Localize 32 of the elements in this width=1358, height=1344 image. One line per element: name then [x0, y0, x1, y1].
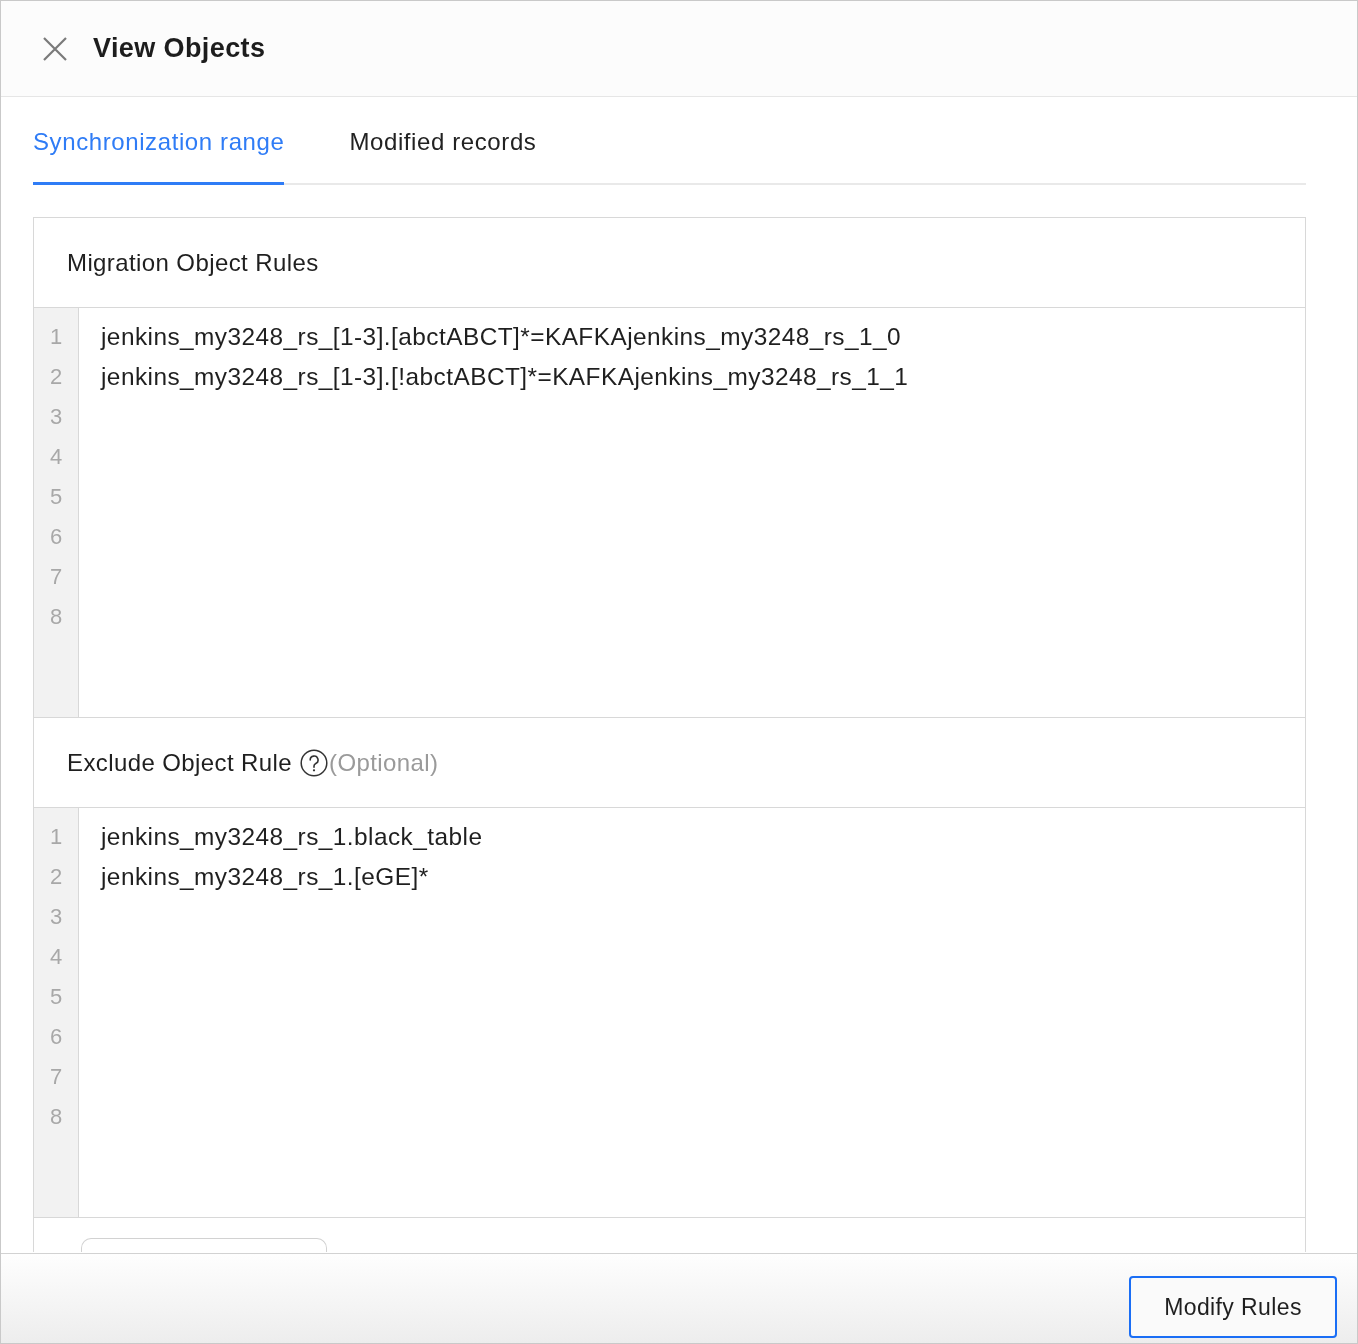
line-number: 7	[49, 1064, 63, 1090]
code-editor[interactable]: 1 2 3 4 5 6 7 8 jenkins_my3248_rs_1.black_table jenkins_my3248_rs_1.[eGE]*	[34, 808, 1305, 1218]
line-number: 2	[49, 364, 63, 390]
line-number: 5	[49, 484, 63, 510]
line-number: 2	[49, 864, 63, 890]
line-number: 6	[49, 1024, 63, 1050]
tab[interactable]: Modified records	[349, 97, 537, 185]
section-title: Exclude Object Rule	[67, 748, 293, 777]
optional-hint: (Optional)	[329, 748, 439, 777]
line-number: 1	[49, 824, 63, 850]
modify-rules-button[interactable]: Modify Rules	[1129, 1276, 1337, 1338]
line-number: 4	[49, 444, 63, 470]
line-number: 1	[49, 324, 63, 350]
code-line: jenkins_my3248_rs_[1-3].[abctABCT]*=KAFKAjenkins_my3248_rs_1_0	[101, 323, 901, 351]
line-number: 6	[49, 524, 63, 550]
section-title: Migration Object Rules	[67, 248, 319, 277]
code-line: jenkins_my3248_rs_[1-3].[!abctABCT]*=KAFKAjenkins_my3248_rs_1_1	[101, 363, 909, 391]
line-number: 8	[49, 604, 63, 630]
line-number: 7	[49, 564, 63, 590]
line-number: 8	[49, 1104, 63, 1130]
close-icon	[43, 36, 67, 61]
code-line: jenkins_my3248_rs_1.black_table	[101, 823, 483, 851]
line-number: 4	[49, 944, 63, 970]
line-number: 3	[49, 904, 63, 930]
code-line: jenkins_my3248_rs_1.[eGE]*	[101, 863, 429, 891]
tab[interactable]: Synchronization range	[33, 97, 285, 185]
help-icon[interactable]	[300, 748, 329, 777]
line-number: 5	[49, 984, 63, 1010]
line-number: 3	[49, 404, 63, 430]
dialog-title: View Objects	[93, 33, 266, 64]
code-editor[interactable]: 1 2 3 4 5 6 7 8 jenkins_my3248_rs_[1-3].[abctABCT]*=KAFKAjenkins_my3248_rs_1_0 jenkins_my3248_rs_[1-3].[!abctABCT]*=KAFKAjenkins_my3248_rs_1_1	[34, 308, 1305, 718]
close-button[interactable]	[43, 36, 67, 61]
